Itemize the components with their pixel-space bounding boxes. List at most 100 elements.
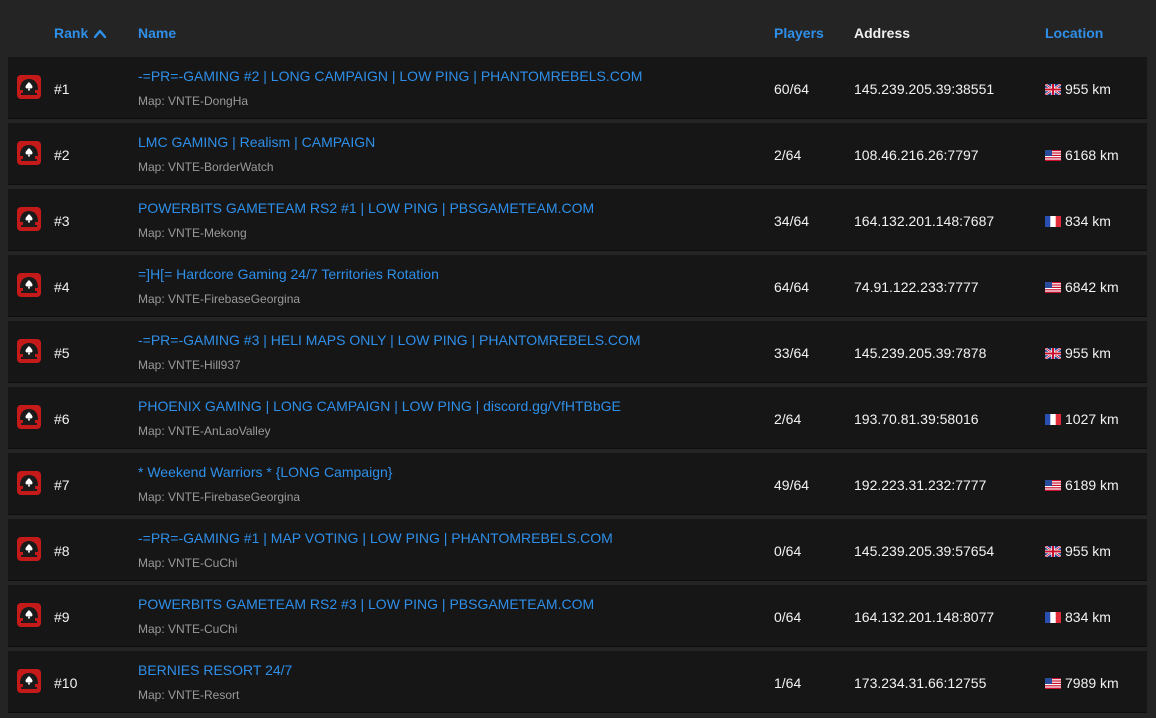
table-header: Rank Name Players Address Location [0, 0, 1156, 56]
game-icon [16, 74, 42, 100]
distance-label: 955 km [1065, 543, 1111, 559]
address-cell: 193.70.81.39:58016 [854, 411, 979, 427]
location-cell: 7989 km [1045, 675, 1119, 692]
address-column-header: Address [854, 25, 911, 41]
rank-column-header[interactable]: Rank [54, 25, 107, 42]
map-label: Map: VNTE-DongHa [138, 94, 249, 108]
address-cell: 74.91.122.233:7777 [854, 279, 979, 295]
distance-label: 6842 km [1065, 279, 1119, 295]
address-cell: 108.46.216.26:7797 [854, 147, 979, 163]
table-row[interactable]: #1 -=PR=-GAMING #2 | LONG CAMPAIGN | LOW … [8, 57, 1147, 119]
fr-flag-icon [1045, 610, 1061, 626]
distance-label: 955 km [1065, 345, 1111, 361]
distance-label: 7989 km [1065, 675, 1119, 691]
distance-label: 6189 km [1065, 477, 1119, 493]
table-row[interactable]: #6 PHOENIX GAMING | LONG CAMPAIGN | LOW P… [8, 387, 1147, 449]
location-column-header[interactable]: Location [1045, 25, 1103, 41]
game-icon [16, 338, 42, 364]
address-cell: 164.132.201.148:7687 [854, 213, 995, 229]
map-label: Map: VNTE-FirebaseGeorgina [138, 292, 301, 306]
table-row[interactable]: #10 BERNIES RESORT 24/7 Map: VNTE-Resort 1/… [8, 651, 1147, 713]
game-icon [16, 470, 42, 496]
location-cell: 6842 km [1045, 279, 1119, 296]
players-cell: 0/64 [774, 543, 802, 559]
location-cell: 955 km [1044, 543, 1111, 560]
rank-cell: #9 [54, 609, 70, 625]
address-cell: 164.132.201.148:8077 [854, 609, 995, 625]
players-cell: 1/64 [774, 675, 802, 691]
us-flag-icon [1045, 148, 1061, 164]
server-name-link[interactable]: POWERBITS GAMETEAM RS2 #3 | LOW PING | P… [138, 596, 594, 612]
players-cell: 33/64 [774, 345, 810, 361]
players-cell: 49/64 [774, 477, 810, 493]
players-cell: 34/64 [774, 213, 810, 229]
server-name-link[interactable]: -=PR=-GAMING #1 | MAP VOTING | LOW PING … [138, 530, 613, 546]
rank-header-label: Rank [54, 25, 89, 41]
sort-ascending-icon [94, 26, 107, 42]
map-label: Map: VNTE-AnLaoValley [138, 424, 271, 438]
location-cell: 955 km [1044, 345, 1111, 362]
table-row[interactable]: #3 POWERBITS GAMETEAM RS2 #1 | LOW PING |… [8, 189, 1147, 251]
us-flag-icon [1045, 280, 1061, 296]
rank-cell: #10 [54, 675, 78, 691]
game-icon [16, 272, 42, 298]
uk-flag-icon [1044, 544, 1062, 560]
table-row[interactable]: #2 LMC GAMING | Realism | CAMPAIGN Map: VN… [8, 123, 1147, 185]
uk-flag-icon [1044, 82, 1062, 98]
address-cell: 145.239.205.39:57654 [854, 543, 995, 559]
location-cell: 955 km [1044, 81, 1111, 98]
server-name-link[interactable]: LMC GAMING | Realism | CAMPAIGN [138, 134, 375, 150]
rank-cell: #2 [54, 147, 70, 163]
server-name-link[interactable]: BERNIES RESORT 24/7 [138, 662, 292, 678]
map-label: Map: VNTE-Mekong [138, 226, 247, 240]
server-name-link[interactable]: * Weekend Warriors * {LONG Campaign} [138, 464, 392, 480]
table-row[interactable]: #5 -=PR=-GAMING #3 | HELI MAPS ONLY | LOW… [8, 321, 1147, 383]
map-label: Map: VNTE-FirebaseGeorgina [138, 490, 301, 504]
players-column-header[interactable]: Players [774, 25, 824, 41]
server-name-link[interactable]: PHOENIX GAMING | LONG CAMPAIGN | LOW PIN… [138, 398, 621, 414]
location-cell: 1027 km [1045, 411, 1119, 428]
uk-flag-icon [1044, 346, 1062, 362]
server-name-link[interactable]: -=PR=-GAMING #3 | HELI MAPS ONLY | LOW P… [138, 332, 641, 348]
rank-cell: #4 [54, 279, 70, 295]
us-flag-icon [1045, 676, 1061, 692]
game-icon [16, 140, 42, 166]
address-cell: 192.223.31.232:7777 [854, 477, 987, 493]
rank-cell: #8 [54, 543, 70, 559]
map-label: Map: VNTE-Hill937 [138, 358, 241, 372]
fr-flag-icon [1045, 412, 1061, 428]
us-flag-icon [1045, 478, 1061, 494]
location-cell: 6189 km [1045, 477, 1119, 494]
location-cell: 834 km [1045, 213, 1111, 230]
name-column-header[interactable]: Name [138, 25, 176, 41]
location-cell: 6168 km [1045, 147, 1119, 164]
game-icon [16, 602, 42, 628]
server-name-link[interactable]: POWERBITS GAMETEAM RS2 #1 | LOW PING | P… [138, 200, 594, 216]
distance-label: 834 km [1065, 213, 1111, 229]
rank-cell: #7 [54, 477, 70, 493]
distance-label: 834 km [1065, 609, 1111, 625]
map-label: Map: VNTE-CuChi [138, 556, 238, 570]
server-name-link[interactable]: -=PR=-GAMING #2 | LONG CAMPAIGN | LOW PI… [138, 68, 642, 84]
address-cell: 145.239.205.39:38551 [854, 81, 995, 97]
distance-label: 6168 km [1065, 147, 1119, 163]
distance-label: 955 km [1065, 81, 1111, 97]
players-cell: 64/64 [774, 279, 810, 295]
location-cell: 834 km [1045, 609, 1111, 626]
fr-flag-icon [1045, 214, 1061, 230]
table-row[interactable]: #4 =]H[= Hardcore Gaming 24/7 Territories… [8, 255, 1147, 317]
table-row[interactable]: #7 * Weekend Warriors * {LONG Campaign} Ma… [8, 453, 1147, 515]
table-row[interactable]: #9 POWERBITS GAMETEAM RS2 #3 | LOW PING |… [8, 585, 1147, 647]
players-cell: 60/64 [774, 81, 810, 97]
server-name-link[interactable]: =]H[= Hardcore Gaming 24/7 Territories R… [138, 266, 439, 282]
players-cell: 2/64 [774, 147, 802, 163]
rank-cell: #3 [54, 213, 70, 229]
rank-cell: #6 [54, 411, 70, 427]
players-cell: 0/64 [774, 609, 802, 625]
address-cell: 173.234.31.66:12755 [854, 675, 987, 691]
distance-label: 1027 km [1065, 411, 1119, 427]
server-list-table: Rank Name Players Address Location #1 -=P… [0, 0, 1156, 713]
table-row[interactable]: #8 -=PR=-GAMING #1 | MAP VOTING | LOW PIN… [8, 519, 1147, 581]
game-icon [16, 206, 42, 232]
address-cell: 145.239.205.39:7878 [854, 345, 987, 361]
